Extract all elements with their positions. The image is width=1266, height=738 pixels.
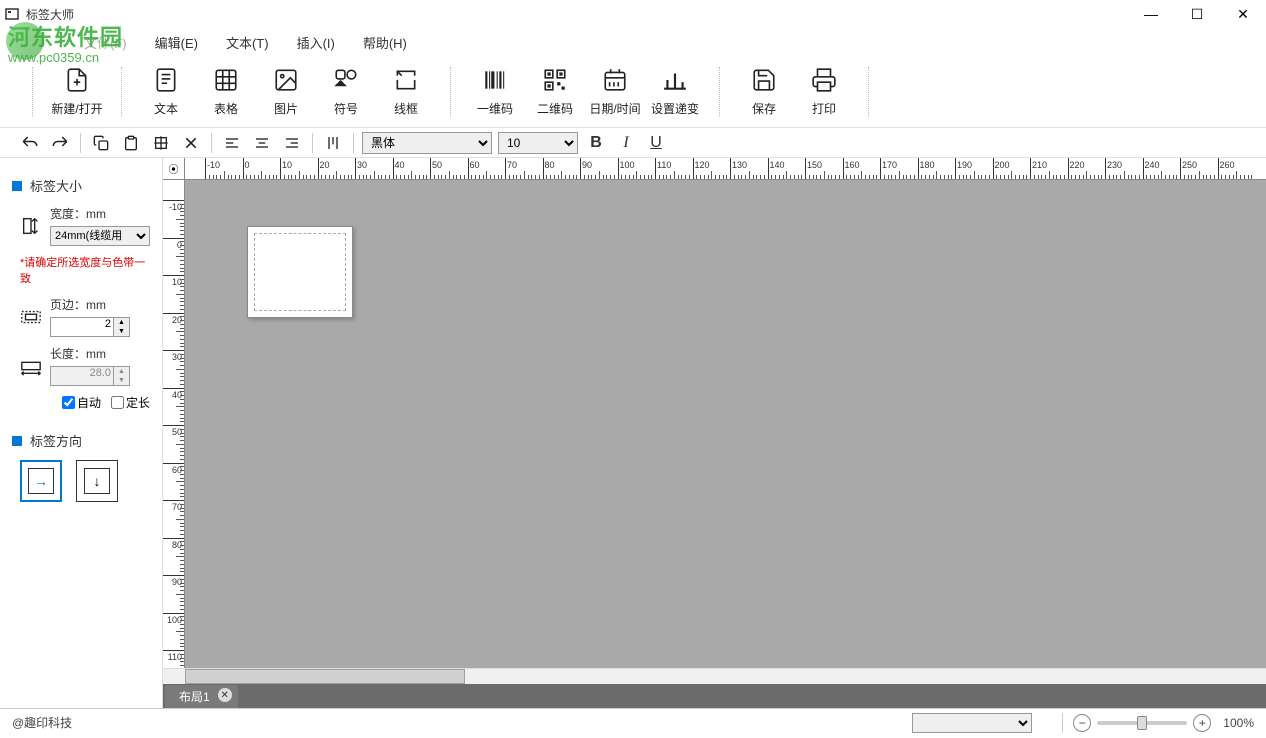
- font-size-select[interactable]: 10: [498, 132, 578, 154]
- canvas-area: ⦿ -1001020304050607080901001101201301401…: [163, 158, 1266, 708]
- width-icon: [20, 215, 42, 237]
- orient-vertical-button[interactable]: ↓: [76, 460, 118, 502]
- zoom-level-label: 100%: [1223, 716, 1254, 730]
- canvas-viewport[interactable]: [185, 180, 1266, 668]
- symbol-button[interactable]: 符号: [318, 62, 374, 121]
- frame-button[interactable]: 线框: [378, 62, 434, 121]
- print-icon: [810, 66, 838, 94]
- text-button[interactable]: 文本: [138, 62, 194, 121]
- align-center-button[interactable]: [250, 131, 274, 155]
- menu-help[interactable]: 帮助(H): [349, 29, 421, 56]
- plus-file-icon: [63, 66, 91, 94]
- undo-button[interactable]: [18, 131, 42, 155]
- margin-up[interactable]: ▲: [114, 318, 129, 327]
- redo-button[interactable]: [48, 131, 72, 155]
- fixed-checkbox[interactable]: 定长: [111, 394, 150, 411]
- datetime-button[interactable]: 日期/时间: [587, 62, 643, 121]
- barcode2d-button[interactable]: 二维码: [527, 62, 583, 121]
- vertical-ruler: -100102030405060708090100110: [163, 180, 185, 668]
- width-warning: *请确定所选宽度与色带一致: [20, 254, 150, 286]
- menu-file[interactable]: 文件(F): [70, 29, 141, 56]
- main-toolbar: 新建/打开 文本 表格 图片 符号 线框 一维码 二维码 日期/时间 设置递变 …: [0, 56, 1266, 128]
- width-label: 宽度：mm: [50, 205, 150, 222]
- text-doc-icon: [152, 66, 180, 94]
- h-scrollbar[interactable]: [163, 668, 1266, 684]
- doc-tab-label: 布局1: [179, 690, 210, 704]
- menu-text[interactable]: 文本(T): [212, 29, 283, 56]
- menu-insert[interactable]: 插入(I): [283, 29, 349, 56]
- length-label: 长度：mm: [50, 345, 150, 362]
- zoom-thumb[interactable]: [1137, 716, 1147, 730]
- label-size-section: 标签大小: [12, 176, 150, 195]
- paste-button[interactable]: [119, 131, 143, 155]
- margin-icon: [20, 306, 42, 328]
- table-icon: [212, 66, 240, 94]
- save-icon: [750, 66, 778, 94]
- margin-label: 页边：mm: [50, 296, 150, 313]
- underline-button[interactable]: U: [644, 131, 668, 155]
- image-icon: [272, 66, 300, 94]
- vertical-text-button[interactable]: [321, 131, 345, 155]
- symbol-icon: [332, 66, 360, 94]
- image-button[interactable]: 图片: [258, 62, 314, 121]
- maximize-button[interactable]: ☐: [1174, 0, 1220, 28]
- length-icon: [20, 355, 42, 377]
- orient-horizontal-button[interactable]: →: [20, 460, 62, 502]
- italic-button[interactable]: I: [614, 131, 638, 155]
- increment-button[interactable]: 设置递变: [647, 62, 703, 121]
- auto-checkbox[interactable]: 自动: [62, 394, 101, 411]
- format-toolbar: 黑体 10 B I U: [0, 128, 1266, 158]
- bold-button[interactable]: B: [584, 131, 608, 155]
- doc-tab-1[interactable]: 布局1 ✕: [165, 685, 238, 708]
- window-title: 标签大师: [26, 6, 74, 23]
- minimize-button[interactable]: —: [1128, 0, 1174, 28]
- document-tabs: 布局1 ✕: [163, 684, 1266, 708]
- titlebar: 标签大师 — ☐ ✕: [0, 0, 1266, 28]
- frame-icon: [392, 66, 420, 94]
- label-printable-area: [254, 233, 346, 311]
- qrcode-icon: [541, 66, 569, 94]
- ruler-corner[interactable]: ⦿: [163, 158, 185, 180]
- chart-icon: [661, 66, 689, 94]
- cut-button[interactable]: [149, 131, 173, 155]
- length-down[interactable]: ▼: [114, 376, 129, 385]
- app-icon: [4, 6, 20, 22]
- length-input: 28.0▲▼: [50, 366, 130, 386]
- print-button[interactable]: 打印: [796, 62, 852, 121]
- menu-edit[interactable]: 编辑(E): [141, 29, 212, 56]
- new-open-button[interactable]: 新建/打开: [49, 62, 105, 121]
- zoom-slider[interactable]: [1097, 721, 1187, 725]
- status-combo[interactable]: [912, 713, 1032, 733]
- barcode1d-button[interactable]: 一维码: [467, 62, 523, 121]
- save-button[interactable]: 保存: [736, 62, 792, 121]
- width-select[interactable]: 24mm(线缆用: [50, 226, 150, 246]
- delete-button[interactable]: [179, 131, 203, 155]
- table-button[interactable]: 表格: [198, 62, 254, 121]
- label-artboard[interactable]: [247, 226, 353, 318]
- statusbar: @趣印科技 − + 100%: [0, 708, 1266, 736]
- margin-down[interactable]: ▼: [114, 327, 129, 336]
- menubar: 文件(F) 编辑(E) 文本(T) 插入(I) 帮助(H): [0, 28, 1266, 56]
- label-orient-section: 标签方向: [12, 431, 150, 450]
- sidebar: 标签大小 宽度：mm 24mm(线缆用 *请确定所选宽度与色带一致 页边：mm …: [0, 158, 163, 708]
- align-left-button[interactable]: [220, 131, 244, 155]
- calendar-icon: [601, 66, 629, 94]
- copy-button[interactable]: [89, 131, 113, 155]
- zoom-in-button[interactable]: +: [1193, 714, 1211, 732]
- barcode-icon: [481, 66, 509, 94]
- tab-close-icon[interactable]: ✕: [218, 688, 232, 702]
- margin-input[interactable]: 2▲▼: [50, 317, 130, 337]
- copyright-text: @趣印科技: [12, 714, 912, 731]
- zoom-out-button[interactable]: −: [1073, 714, 1091, 732]
- close-button[interactable]: ✕: [1220, 0, 1266, 28]
- font-family-select[interactable]: 黑体: [362, 132, 492, 154]
- horizontal-ruler: -100102030405060708090100110120130140150…: [185, 158, 1266, 180]
- align-right-button[interactable]: [280, 131, 304, 155]
- length-up[interactable]: ▲: [114, 367, 129, 376]
